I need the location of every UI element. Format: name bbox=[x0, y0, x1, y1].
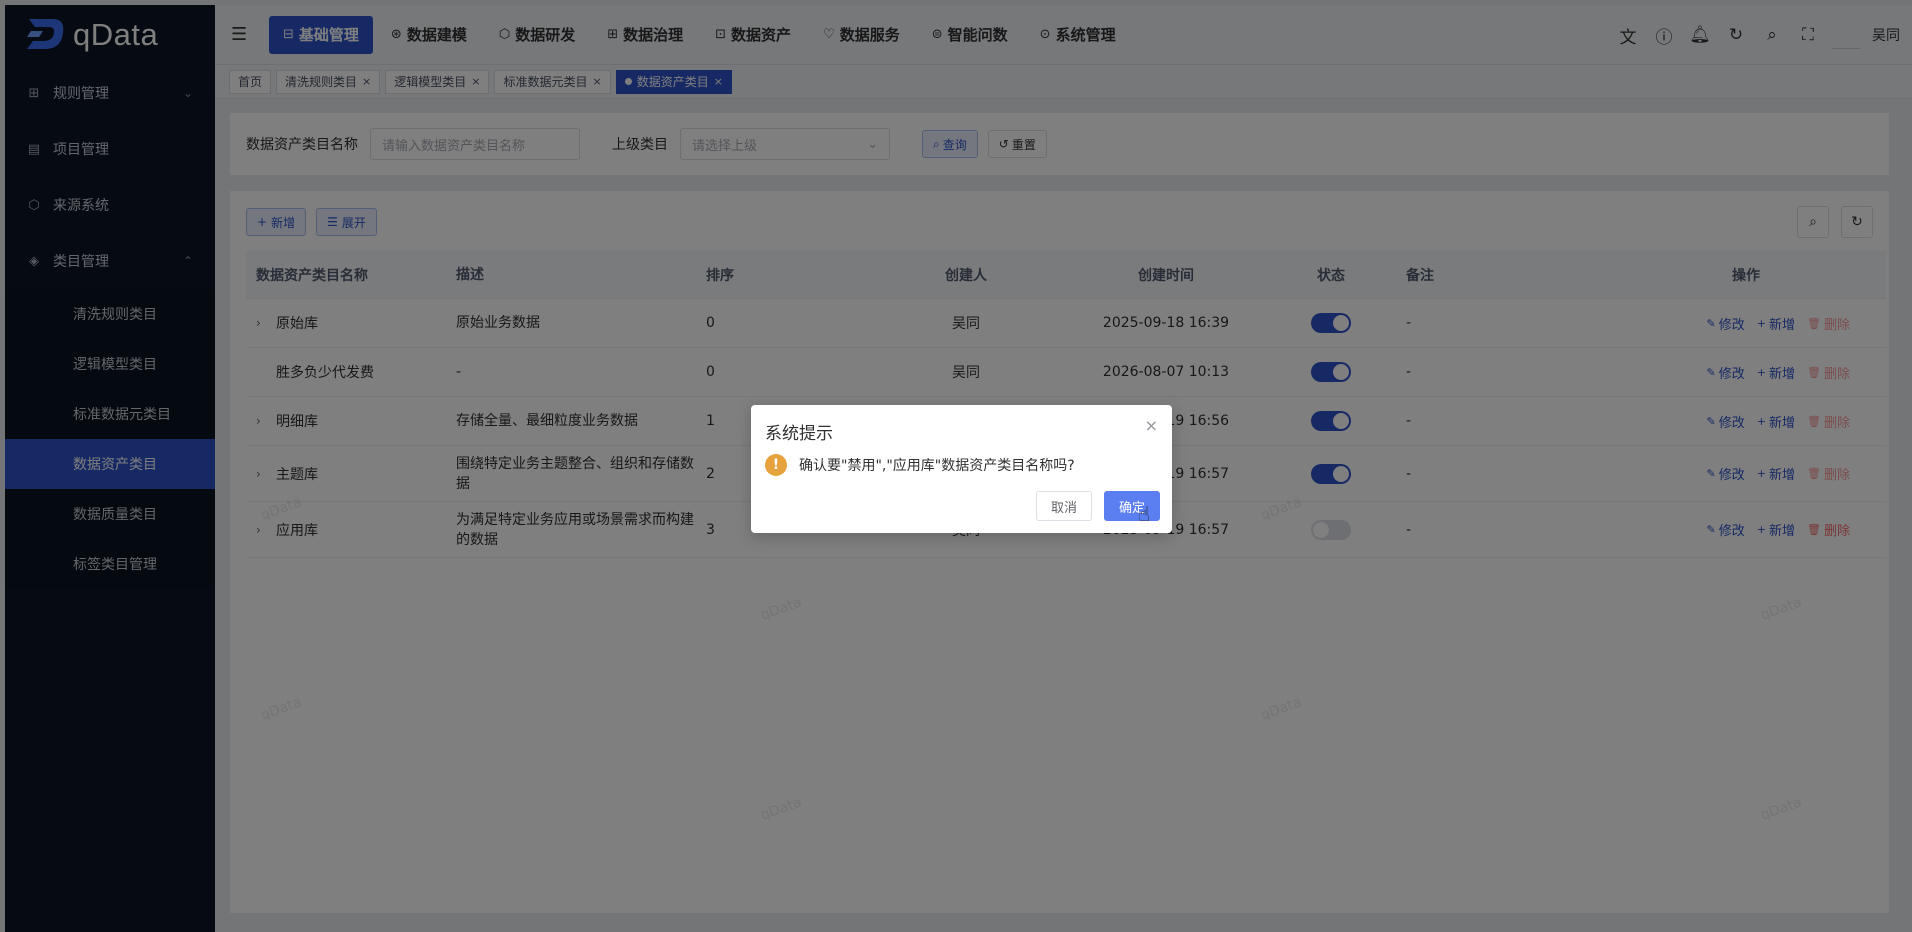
dialog-message: 确认要"禁用","应用库"数据资产类目名称吗? bbox=[799, 458, 1075, 474]
warning-icon: ! bbox=[765, 454, 787, 476]
pointer-cursor-icon: ☝︎ bbox=[1138, 502, 1151, 526]
confirm-button[interactable]: 确定 bbox=[1103, 491, 1160, 521]
cancel-button[interactable]: 取消 bbox=[1035, 491, 1092, 521]
close-icon[interactable]: × bbox=[1145, 416, 1158, 435]
dialog-body: ! 确认要"禁用","应用库"数据资产类目名称吗? bbox=[765, 454, 1075, 476]
dialog-title: 系统提示 bbox=[765, 424, 833, 444]
confirm-dialog: 系统提示 × ! 确认要"禁用","应用库"数据资产类目名称吗? 取消 确定 bbox=[751, 405, 1172, 533]
